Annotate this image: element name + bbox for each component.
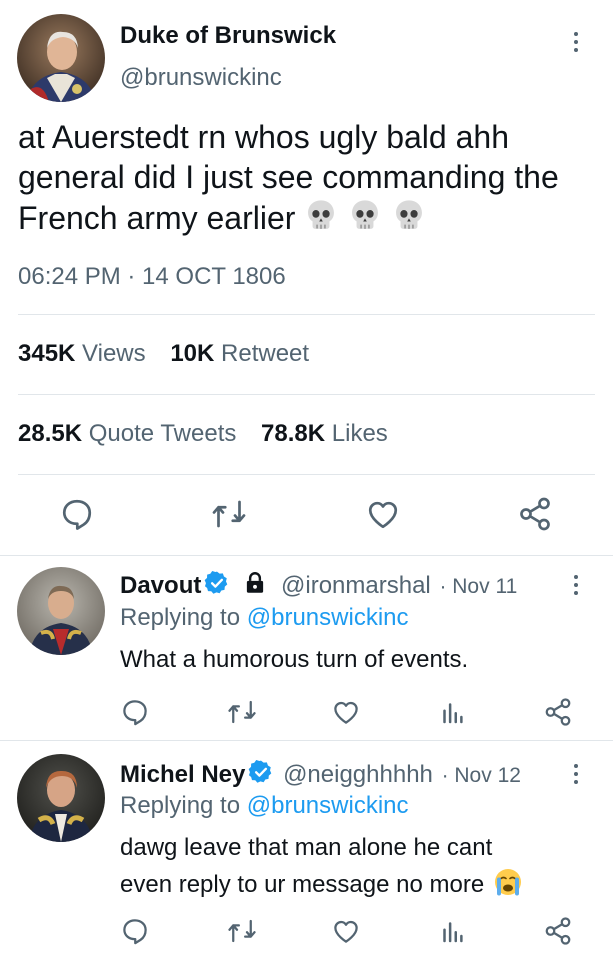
like-icon[interactable] — [331, 916, 361, 946]
skull-emoji-icon — [303, 197, 339, 242]
reply-author-handle[interactable]: @neigghhhhh — [283, 761, 433, 788]
reply-author-name[interactable]: Michel Ney — [120, 761, 245, 788]
replying-to-label: Replying to — [120, 792, 241, 819]
retweets-stat[interactable]: 10K Retweet — [170, 340, 309, 367]
skull-emoji-icon — [347, 197, 383, 242]
reply-text-line-2-body: even reply to ur message no more — [120, 871, 485, 898]
retweet-icon[interactable] — [227, 697, 257, 727]
share-icon[interactable] — [543, 916, 573, 946]
tweet-text: at Auerstedt rn whos ugly bald ahh gener… — [18, 117, 598, 242]
replying-to-line: Replying to @brunswickinc — [120, 604, 409, 632]
quotes-stat[interactable]: 28.5K Quote Tweets — [18, 420, 236, 447]
reply-author-handle[interactable]: @ironmarshal — [281, 572, 431, 599]
reply-header: Michel Ney @neigghhhhh · Nov 12 — [120, 759, 521, 792]
replying-to-label: Replying to — [120, 604, 241, 631]
retweet-icon[interactable] — [211, 496, 247, 532]
likes-stat[interactable]: 78.8K Likes — [261, 420, 388, 447]
views-label: Views — [82, 340, 146, 367]
replying-to-handle[interactable]: @brunswickinc — [247, 604, 409, 631]
verified-badge-icon — [204, 570, 230, 603]
divider — [18, 394, 595, 395]
reply-avatar-ney[interactable] — [17, 754, 105, 842]
author-avatar[interactable] — [17, 14, 105, 102]
replying-to-handle[interactable]: @brunswickinc — [247, 792, 409, 819]
like-icon[interactable] — [331, 697, 361, 727]
divider — [18, 314, 595, 315]
views-stat[interactable]: 345K Views — [18, 340, 146, 367]
quotes-count: 28.5K — [18, 420, 83, 447]
like-icon[interactable] — [365, 496, 401, 532]
share-icon[interactable] — [517, 496, 553, 532]
divider — [18, 474, 595, 475]
reply-author-name[interactable]: Davout — [120, 572, 201, 599]
reply-text: What a humorous turn of events. — [120, 646, 469, 673]
tweet-text-body: at Auerstedt rn whos ugly bald ahh gener… — [18, 119, 559, 236]
author-handle[interactable]: @brunswickinc — [120, 64, 282, 92]
retweets-label: Retweet — [221, 340, 310, 367]
analytics-icon[interactable] — [437, 916, 467, 946]
reply-text-line-1: dawg leave that man alone he cant — [120, 834, 493, 861]
crying-face-emoji-icon — [492, 866, 524, 905]
verified-badge-icon — [248, 759, 274, 792]
divider — [0, 740, 613, 741]
retweet-icon[interactable] — [227, 916, 257, 946]
stats-row-views-retweets: 345K Views 10K Retweet — [18, 340, 309, 368]
quotes-label: Quote Tweets — [88, 420, 237, 447]
analytics-icon[interactable] — [437, 697, 467, 727]
more-options-icon[interactable] — [571, 32, 581, 52]
share-icon[interactable] — [543, 697, 573, 727]
reply-avatar-davout[interactable] — [17, 567, 105, 655]
tweet-timestamp[interactable]: 06:24 PM · 14 OCT 1806 — [18, 263, 286, 291]
reply-icon[interactable] — [120, 916, 150, 946]
more-options-icon[interactable] — [571, 575, 581, 595]
reply-date[interactable]: · Nov 12 — [442, 764, 521, 787]
skull-emoji-icon — [391, 197, 427, 242]
author-name[interactable]: Duke of Brunswick — [120, 22, 336, 50]
stats-row-quotes-likes: 28.5K Quote Tweets 78.8K Likes — [18, 420, 388, 448]
likes-label: Likes — [331, 420, 388, 447]
retweets-count: 10K — [170, 340, 215, 367]
views-count: 345K — [18, 340, 76, 367]
reply-text-line-2: even reply to ur message no more — [120, 866, 524, 905]
likes-count: 78.8K — [261, 420, 326, 447]
divider — [0, 555, 613, 556]
reply-icon[interactable] — [120, 697, 150, 727]
replying-to-line: Replying to @brunswickinc — [120, 792, 409, 820]
reply-header: Davout @ironmarshal · Nov 11 — [120, 570, 517, 603]
more-options-icon[interactable] — [571, 764, 581, 784]
reply-icon[interactable] — [59, 496, 95, 532]
lock-icon — [242, 570, 268, 603]
reply-date[interactable]: · Nov 11 — [439, 575, 517, 598]
